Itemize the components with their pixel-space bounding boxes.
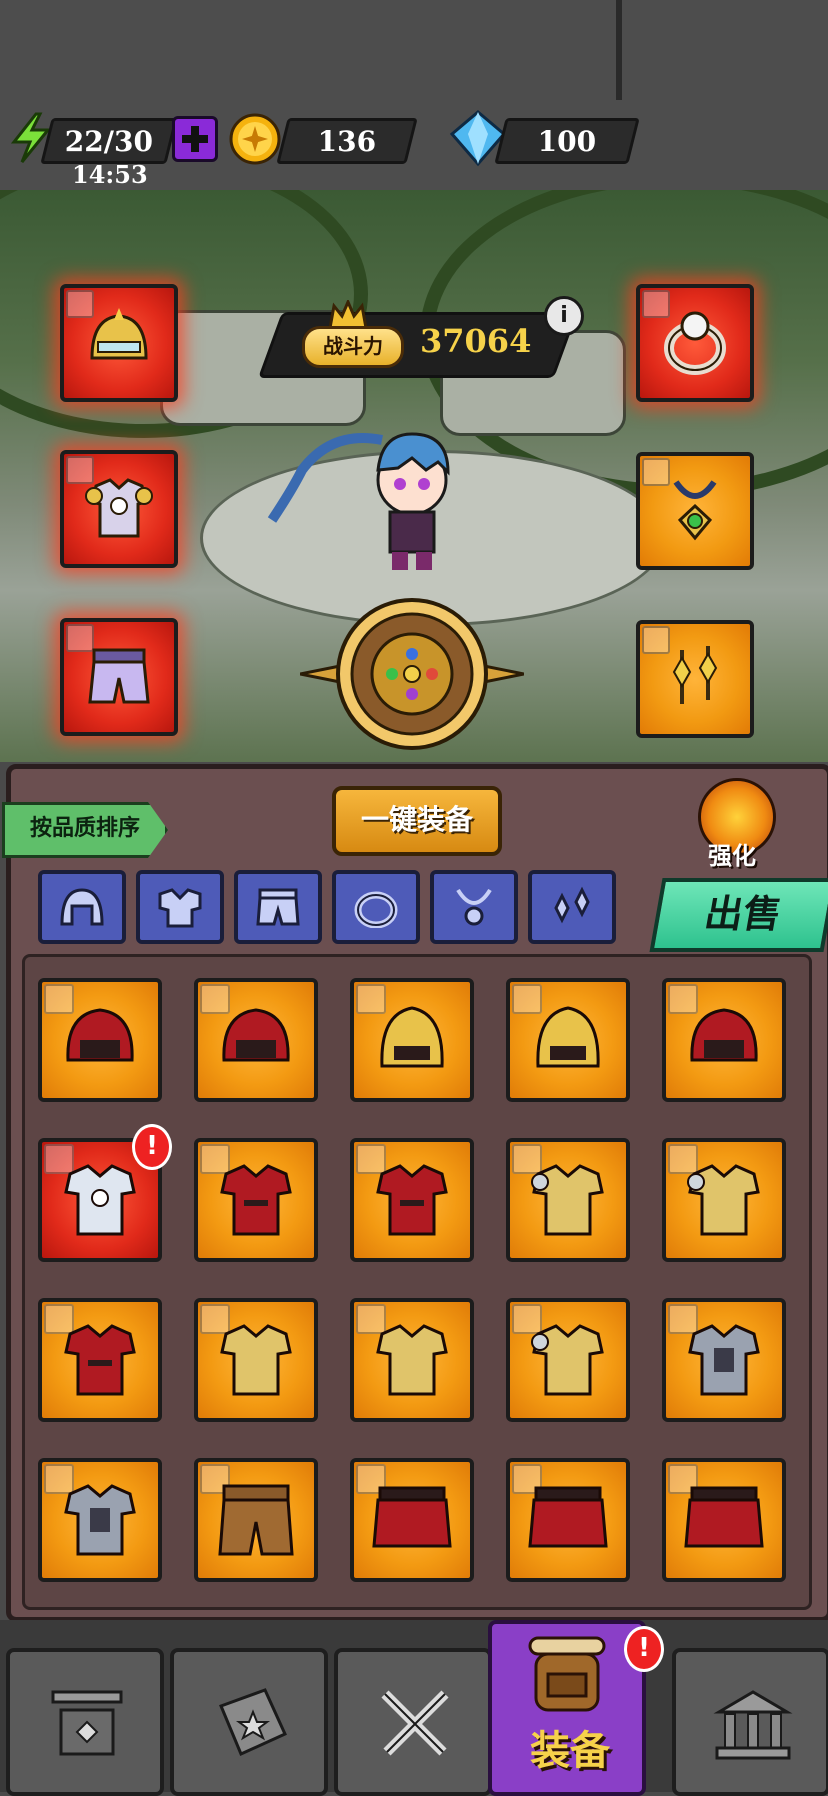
filter-armor[interactable] bbox=[136, 870, 224, 944]
power-label: 战斗力 bbox=[302, 326, 404, 368]
shop-sign-icon bbox=[51, 1690, 123, 1756]
equipped-pants-slot[interactable] bbox=[60, 618, 178, 736]
inventory-item[interactable] bbox=[350, 978, 474, 1102]
helmet-icon bbox=[66, 1008, 134, 1062]
ring-icon bbox=[664, 311, 726, 375]
equipped-necklace-slot[interactable] bbox=[636, 452, 754, 570]
inventory-item[interactable] bbox=[662, 1138, 786, 1262]
inventory-item[interactable] bbox=[38, 1298, 162, 1422]
pants-icon bbox=[218, 1484, 294, 1556]
armor-icon bbox=[531, 1164, 604, 1236]
sell-button[interactable]: 出售 bbox=[649, 878, 828, 952]
helmet-icon bbox=[536, 1006, 600, 1068]
backpack-icon bbox=[528, 1636, 606, 1712]
nav-book[interactable] bbox=[170, 1648, 328, 1796]
equip-all-button[interactable]: 一键装备 bbox=[332, 786, 502, 856]
helmet-icon bbox=[60, 888, 104, 926]
nav-build[interactable] bbox=[672, 1648, 828, 1796]
armor-icon bbox=[64, 1324, 136, 1396]
inventory-item[interactable] bbox=[350, 1138, 474, 1262]
equipped-earring-slot[interactable] bbox=[636, 620, 754, 738]
armor-icon bbox=[64, 1484, 136, 1556]
equipped-armor-slot[interactable] bbox=[60, 450, 178, 568]
info-button[interactable]: i bbox=[544, 296, 584, 336]
pants-icon bbox=[684, 1486, 764, 1548]
equipped-helmet-slot[interactable] bbox=[60, 284, 178, 402]
filter-ring[interactable] bbox=[332, 870, 420, 944]
pants-icon bbox=[88, 648, 150, 704]
pants-icon bbox=[256, 888, 300, 926]
inventory-item[interactable] bbox=[194, 1458, 318, 1582]
skill-emblem[interactable] bbox=[300, 592, 524, 756]
necklace-icon bbox=[673, 480, 717, 541]
book-icon bbox=[219, 1688, 287, 1757]
nav-alert-icon: ! bbox=[624, 1626, 664, 1672]
inventory-item[interactable] bbox=[506, 1138, 630, 1262]
armor-icon bbox=[531, 1324, 604, 1396]
energy-counter: 22/30 bbox=[40, 118, 178, 164]
inventory-item[interactable] bbox=[194, 1298, 318, 1422]
coin-counter: 136 bbox=[276, 118, 418, 164]
add-energy-button[interactable] bbox=[172, 116, 218, 162]
helmet-icon bbox=[222, 1008, 290, 1062]
armor-icon bbox=[64, 1164, 136, 1236]
inventory-item[interactable] bbox=[506, 1458, 630, 1582]
helmet-icon bbox=[380, 1006, 444, 1068]
strengthen-label: 强化 bbox=[708, 842, 756, 870]
filter-necklace[interactable] bbox=[430, 870, 518, 944]
inventory-item[interactable] bbox=[662, 978, 786, 1102]
coin-icon bbox=[229, 113, 281, 165]
earring-icon bbox=[554, 886, 590, 924]
strengthen-button[interactable]: 强化 bbox=[690, 770, 780, 870]
inventory-item[interactable] bbox=[350, 1458, 474, 1582]
inventory-item[interactable] bbox=[662, 1458, 786, 1582]
inventory-item[interactable] bbox=[38, 978, 162, 1102]
armor-icon bbox=[85, 478, 153, 538]
helmet-icon bbox=[690, 1008, 758, 1062]
inventory-item[interactable] bbox=[350, 1298, 474, 1422]
nav-shop[interactable] bbox=[6, 1648, 164, 1796]
ring-icon bbox=[354, 891, 398, 928]
hero-character bbox=[267, 432, 450, 570]
inventory-item[interactable] bbox=[506, 1298, 630, 1422]
inventory-item[interactable] bbox=[506, 978, 630, 1102]
armor-icon bbox=[687, 1164, 760, 1236]
armor-icon bbox=[376, 1164, 448, 1236]
gem-counter: 100 bbox=[494, 118, 640, 164]
nav-equipment-label: 装备 bbox=[530, 1728, 610, 1774]
pants-icon bbox=[372, 1486, 452, 1548]
earring-icon bbox=[672, 646, 718, 704]
energy-timer: 14:53 bbox=[72, 160, 148, 189]
inventory-item[interactable] bbox=[194, 1138, 318, 1262]
power-value: 37064 bbox=[420, 322, 532, 360]
top-divider bbox=[616, 0, 622, 100]
inventory-item[interactable] bbox=[38, 1458, 162, 1582]
new-item-alert-icon: ! bbox=[132, 1124, 172, 1170]
filter-helmet[interactable] bbox=[38, 870, 126, 944]
equipped-ring-slot[interactable] bbox=[636, 284, 754, 402]
helmet-icon bbox=[90, 308, 148, 360]
inventory-item[interactable] bbox=[662, 1298, 786, 1422]
armor-icon bbox=[220, 1324, 292, 1396]
armor-icon bbox=[376, 1324, 448, 1396]
pants-icon bbox=[528, 1486, 608, 1548]
armor-icon bbox=[220, 1164, 292, 1236]
temple-icon bbox=[713, 1690, 793, 1760]
sort-by-quality-button[interactable]: 按品质排序 bbox=[2, 802, 168, 858]
filter-pants[interactable] bbox=[234, 870, 322, 944]
nav-battle[interactable] bbox=[334, 1648, 492, 1796]
armor-icon bbox=[688, 1324, 760, 1396]
necklace-icon bbox=[456, 888, 492, 926]
filter-earring[interactable] bbox=[528, 870, 616, 944]
crossed-swords-icon bbox=[381, 1690, 449, 1756]
inventory-item[interactable] bbox=[194, 978, 318, 1102]
plus-icon bbox=[182, 126, 208, 152]
armor-icon bbox=[158, 888, 202, 928]
